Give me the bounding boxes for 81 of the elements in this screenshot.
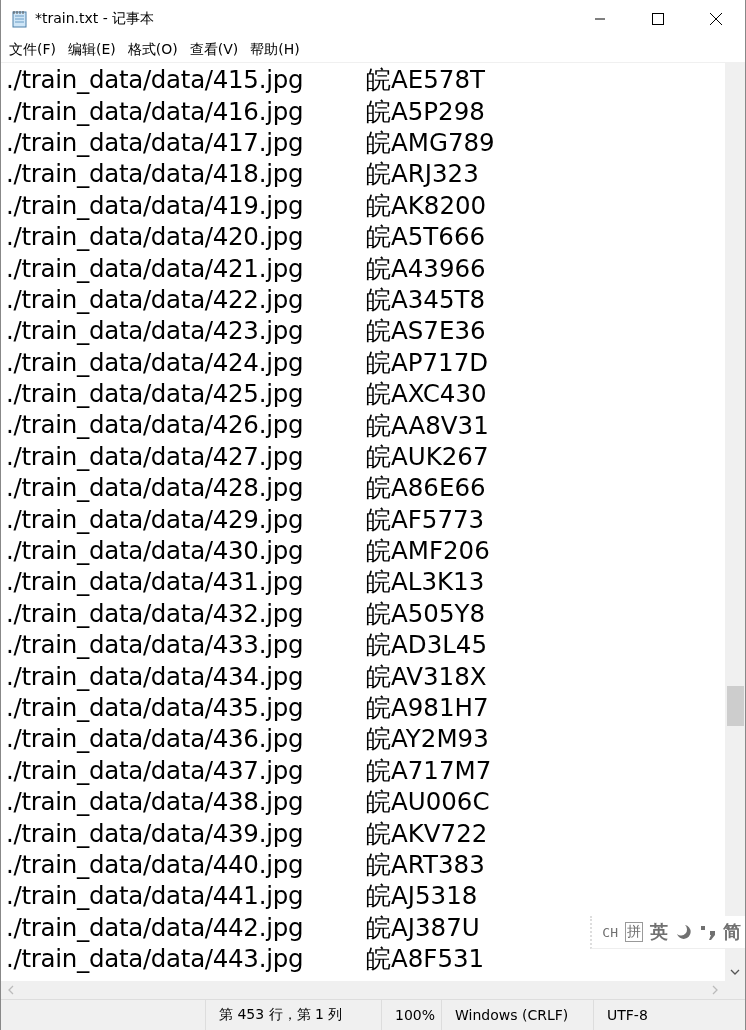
file-path: ./train_data/data/416.jpg: [6, 96, 305, 126]
chevron-left-icon: [8, 985, 14, 995]
ime-label[interactable]: 英: [650, 920, 668, 944]
file-path: ./train_data/data/431.jpg: [6, 567, 305, 597]
file-path: ./train_data/data/419.jpg: [6, 190, 305, 220]
plate-label: 皖A981H7: [366, 692, 489, 724]
file-path: ./train_data/data/422.jpg: [6, 284, 305, 314]
file-path: ./train_data/data/421.jpg: [6, 253, 305, 283]
status-text: 100%: [395, 1007, 436, 1023]
menu-item[interactable]: 文件(F): [3, 41, 62, 59]
plate-label: 皖AXC430: [366, 378, 487, 411]
chevron-down-icon: [730, 969, 740, 975]
plate-label: 皖AL3K13: [366, 566, 485, 599]
file-path: ./train_data/data/418.jpg: [6, 159, 305, 189]
plate-label: 皖A5T666: [366, 221, 486, 254]
plate-label: 皖A8F531: [366, 943, 485, 976]
file-path: ./train_data/data/428.jpg: [6, 473, 305, 503]
ime-label[interactable]: 拼: [625, 922, 643, 942]
plate-label: 皖A86E66: [366, 472, 486, 505]
menu-item[interactable]: 格式(O): [121, 41, 184, 59]
plate-label: 皖AY2M93: [366, 723, 489, 756]
notepad-icon: [11, 10, 29, 28]
status-text: 第 453 行，第 1 列: [219, 1006, 343, 1024]
file-path: ./train_data/data/423.jpg: [6, 316, 305, 346]
file-path: ./train_data/data/424.jpg: [6, 347, 305, 377]
plate-label: 皖AKV722: [366, 817, 488, 850]
file-path: ./train_data/data/436.jpg: [6, 724, 305, 754]
file-path: ./train_data/data/435.jpg: [6, 693, 305, 722]
file-path: ./train_data/data/433.jpg: [6, 630, 305, 660]
file-path: ./train_data/data/439.jpg: [6, 818, 305, 848]
status-text: UTF-8: [607, 1007, 648, 1023]
file-path: ./train_data/data/441.jpg: [6, 881, 305, 911]
menu-item[interactable]: 编辑(E): [62, 41, 122, 59]
plate-label: 皖A505Y8: [366, 597, 486, 630]
file-path: ./train_data/data/432.jpg: [6, 598, 305, 628]
plate-label: 皖AJ5318: [366, 880, 478, 913]
plate-label: 皖A5P298: [366, 95, 485, 128]
file-path: ./train_data/data/417.jpg: [6, 127, 305, 157]
plate-label: 皖AS7E36: [366, 315, 486, 348]
punctuation-icon[interactable]: [700, 923, 716, 941]
moon-icon[interactable]: [675, 923, 693, 941]
file-path: ./train_data/data/415.jpg: [6, 65, 305, 95]
plate-label: 皖AA8V31: [366, 409, 489, 442]
file-path: ./train_data/data/427.jpg: [6, 441, 305, 471]
plate-label: 皖AD3L45: [366, 629, 488, 662]
file-path: ./train_data/data/430.jpg: [6, 536, 305, 566]
plate-label: 皖A345T8: [366, 283, 486, 316]
file-path: ./train_data/data/429.jpg: [6, 504, 305, 534]
file-path: ./train_data/data/434.jpg: [6, 661, 305, 691]
plate-label: 皖AF5773: [366, 503, 485, 536]
plate-label: 皖AK8200: [366, 189, 487, 222]
plate-label: 皖AU006C: [366, 786, 490, 819]
file-path: ./train_data/data/440.jpg: [6, 849, 305, 879]
file-path: ./train_data/data/442.jpg: [6, 912, 305, 942]
file-path: ./train_data/data/438.jpg: [6, 787, 305, 817]
file-path: ./train_data/data/420.jpg: [6, 222, 305, 252]
plate-label: 皖A43966: [366, 252, 486, 285]
plate-label: 皖A717M7: [366, 754, 492, 787]
plate-label: 皖AMF206: [366, 535, 490, 568]
plate-label: 皖ART383: [366, 848, 485, 881]
menu-item[interactable]: 帮助(H): [244, 41, 306, 59]
status-text: Windows (CRLF): [455, 1007, 569, 1023]
file-path: ./train_data/data/425.jpg: [6, 379, 305, 409]
file-path: ./train_data/data/443.jpg: [6, 944, 305, 974]
chevron-right-icon: [712, 985, 718, 995]
plate-label: 皖AP717D: [366, 346, 489, 379]
plate-label: 皖ARJ323: [366, 158, 479, 191]
plate-label: 皖AE578T: [366, 64, 485, 97]
file-path: ./train_data/data/426.jpg: [6, 410, 305, 440]
plate-label: 皖AMG789: [366, 127, 495, 159]
window-title: *train.txt - 记事本: [35, 10, 156, 28]
file-path: ./train_data/data/437.jpg: [6, 755, 305, 785]
plate-label: 皖AV318X: [366, 660, 487, 693]
maximize-icon: [652, 13, 664, 25]
ime-label[interactable]: CH: [602, 924, 618, 940]
close-icon: [709, 12, 723, 26]
menu-item[interactable]: 查看(V): [183, 41, 245, 59]
ime-label[interactable]: 简: [723, 920, 741, 944]
scrollbar-thumb[interactable]: [726, 686, 744, 726]
plate-label: 皖AJ387U: [366, 911, 480, 944]
plate-label: 皖AUK267: [366, 440, 489, 473]
